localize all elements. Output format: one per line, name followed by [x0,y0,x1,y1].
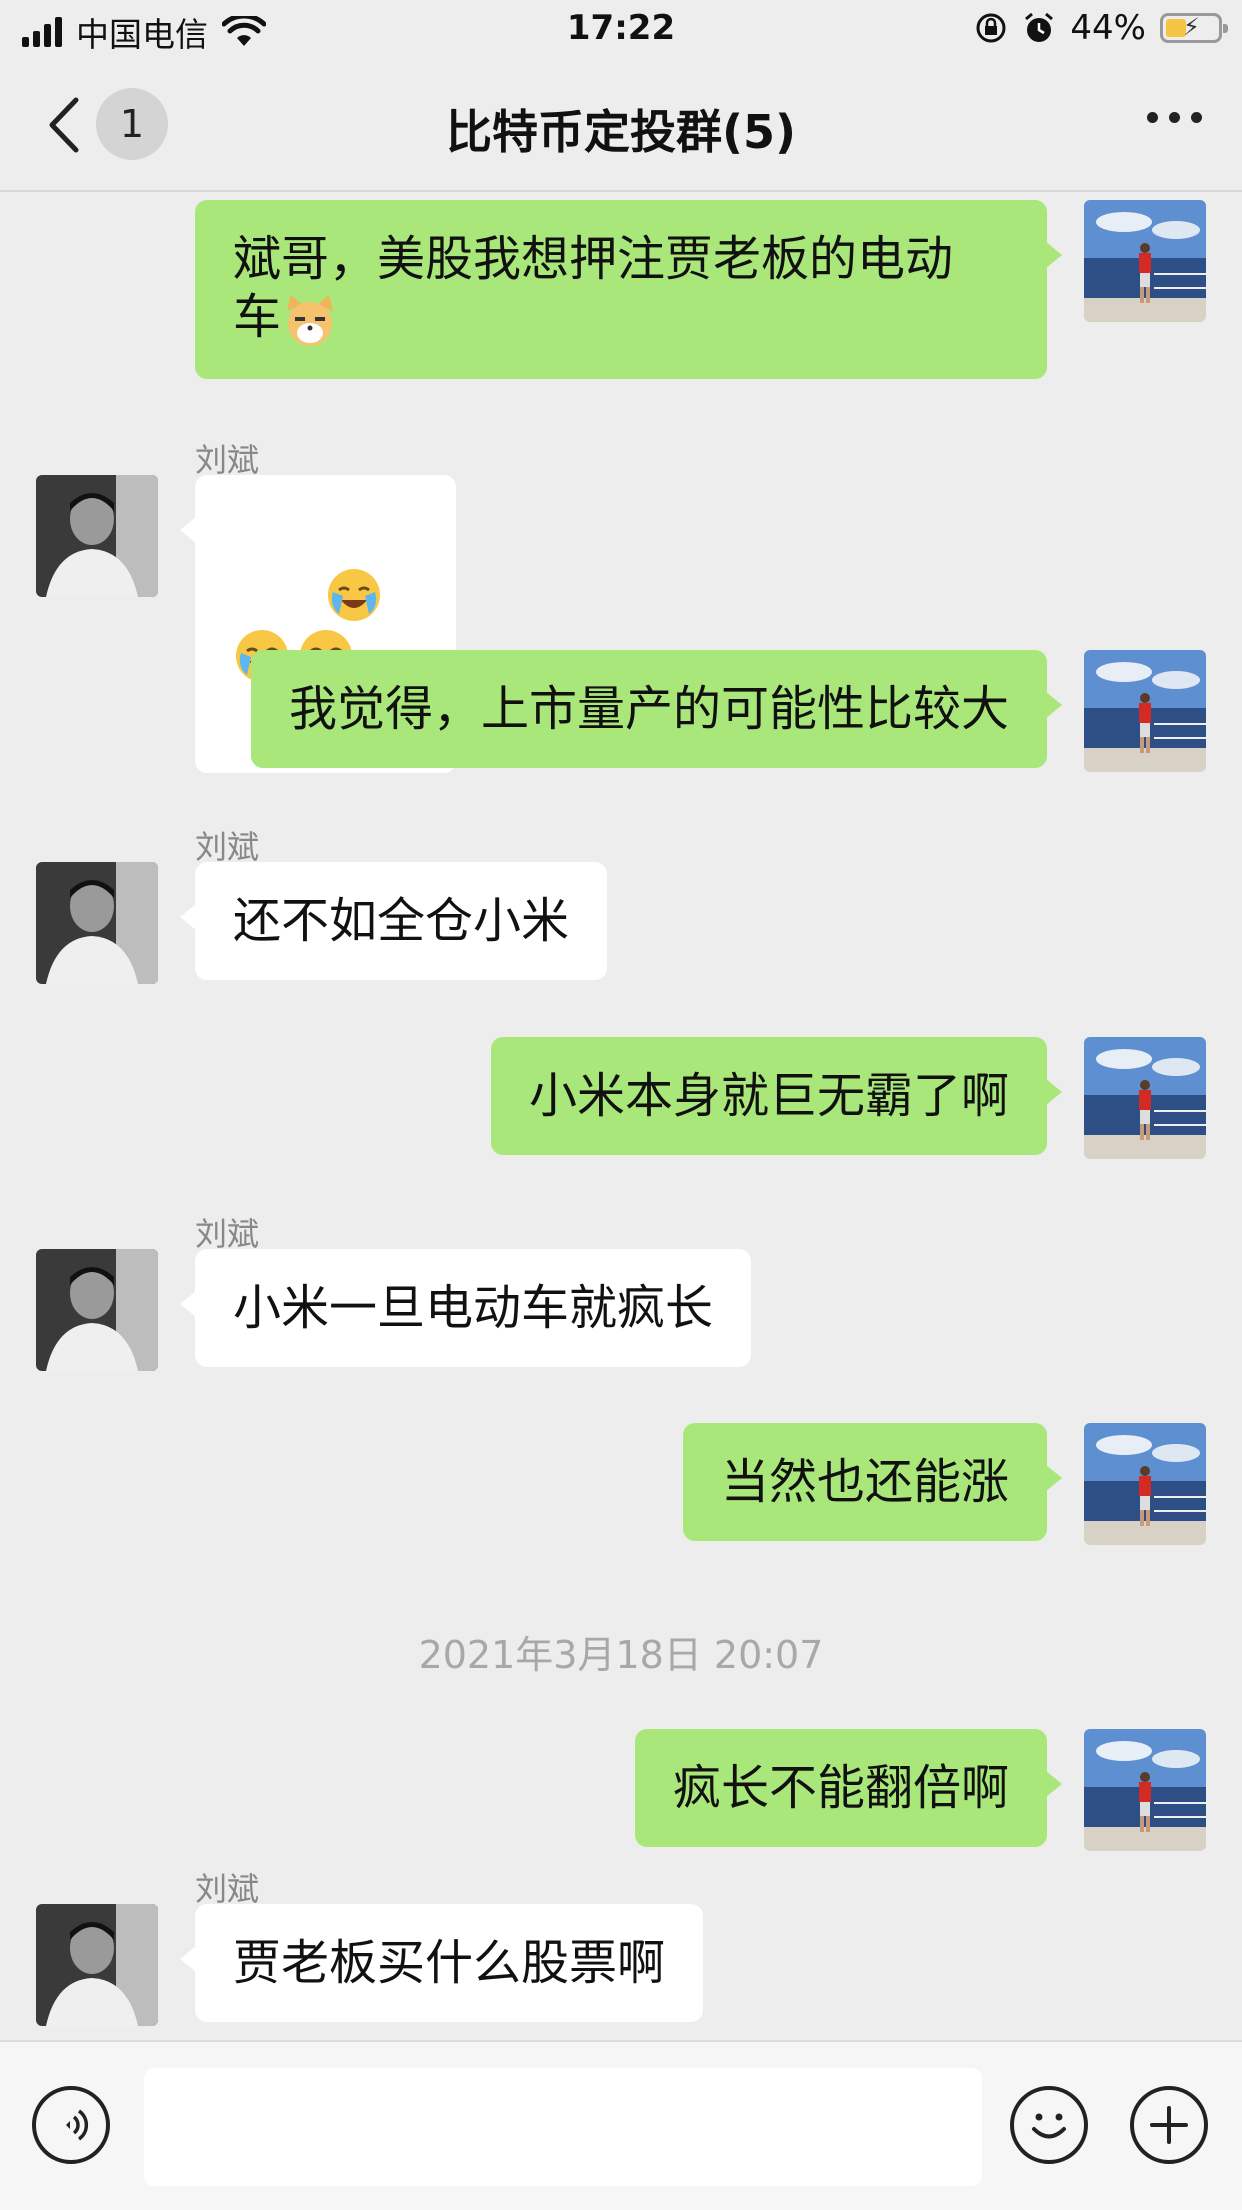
my-avatar[interactable] [1084,1729,1206,1851]
message-timestamp: 2021年3月18日 20:07 [418,1633,824,1677]
contact-avatar[interactable] [36,862,158,984]
chat-title: 比特币定投群(5) [445,105,797,159]
message-bubble-received[interactable]: 小米一旦电动车就疯长 [179,1249,752,1367]
message-bubble-received[interactable]: 还不如全仓小米 [179,862,608,980]
cat-face-emoji [287,295,334,346]
chat-header: 1 比特币定投群(5) [0,62,1242,192]
message-bubble-sent[interactable]: 斌哥，美股我想押注贾老板的电动 车 [195,200,1062,379]
battery-icon: ⚡ [1160,13,1228,43]
message-bubble-sent[interactable]: 小米本身就巨无霸了啊 [490,1037,1063,1155]
message-list[interactable]: 斌哥，美股我想押注贾老板的电动 车 刘斌 我觉得，上市量产的可能性比较大 刘斌 … [0,192,1242,2038]
message-bubble-received[interactable]: 贾老板买什么股票啊 [179,1904,704,2022]
message-text: 斌哥，美股我想押注贾老板的电动 车 [233,231,954,345]
smile-icon[interactable] [1010,2086,1088,2164]
contact-avatar[interactable] [36,1904,158,2026]
my-avatar[interactable] [1084,1423,1206,1545]
my-avatar[interactable] [1084,650,1206,772]
contact-avatar[interactable] [36,1249,158,1371]
loudly-crying-face-emoji [327,569,380,621]
message-bubble-sent[interactable]: 疯长不能翻倍啊 [634,1729,1063,1847]
plus-icon[interactable] [1130,2086,1208,2164]
contact-avatar[interactable] [36,475,158,597]
message-bubble-sent[interactable]: 我觉得，上市量产的可能性比较大 [250,650,1063,768]
input-bar [0,2040,1242,2210]
battery-percent: 44% [1070,8,1146,48]
message-input[interactable] [144,2068,982,2186]
voice-icon[interactable] [32,2086,110,2164]
alarm-icon [1025,12,1054,42]
my-avatar[interactable] [1084,200,1206,322]
status-bar: 中国电信 17:22 44% ⚡ [0,0,1242,62]
message-bubble-sent[interactable]: 当然也还能涨 [682,1423,1063,1541]
more-options-icon[interactable] [1147,112,1202,123]
orientation-lock-icon [976,13,1006,43]
my-avatar[interactable] [1084,1037,1206,1159]
